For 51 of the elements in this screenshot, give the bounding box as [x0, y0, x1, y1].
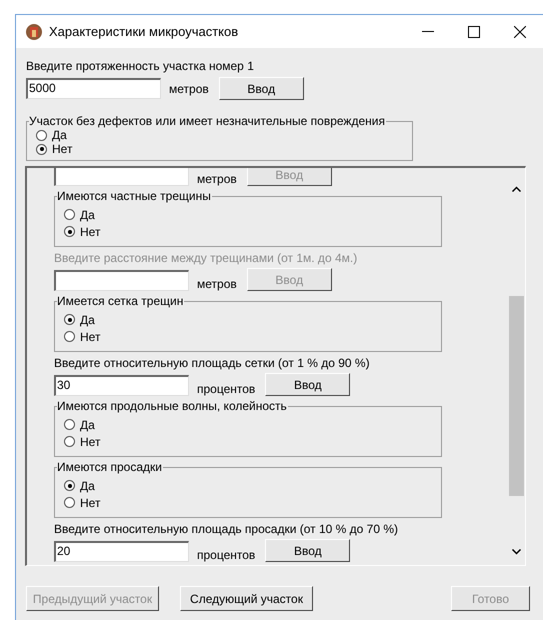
input-field[interactable]: [54, 270, 189, 291]
radio-option[interactable]: Да: [64, 206, 95, 223]
group-title: Имеются частные трещины: [57, 189, 212, 203]
group-title: Участок без дефектов или имеет незначительные повреждения: [29, 114, 386, 128]
input-field[interactable]: 30: [54, 375, 189, 396]
radio-option[interactable]: Нет: [36, 142, 72, 156]
radio-button[interactable]: [36, 144, 47, 154]
radio-button[interactable]: [64, 419, 75, 430]
radio-button[interactable]: [64, 314, 75, 325]
unit-label: метров: [197, 172, 237, 186]
unit-label: метров: [197, 277, 237, 291]
maximize-icon: [468, 26, 480, 38]
unit-label: процентов: [197, 382, 256, 396]
radio-button[interactable]: [64, 480, 75, 491]
radio-option[interactable]: Нет: [64, 328, 100, 345]
prompt-label: Введите относительную площадь сетки (от 1 % до 90 %): [54, 356, 371, 370]
input-field[interactable]: 5000: [26, 78, 161, 99]
scroll-up-icon[interactable]: [512, 186, 521, 192]
radio-option[interactable]: Да: [36, 128, 67, 142]
prompt-label: Введите расстояние между трещинами (от 1м. до 4м.): [54, 251, 358, 265]
radio-option[interactable]: Нет: [64, 223, 100, 240]
radio-button[interactable]: [64, 331, 75, 342]
input-field[interactable]: [54, 168, 189, 186]
radio-button[interactable]: [64, 436, 75, 447]
radio-option[interactable]: Да: [64, 416, 95, 433]
enter-button[interactable]: Ввод: [218, 77, 304, 100]
app-icon: [25, 22, 43, 40]
input-field[interactable]: 20: [54, 541, 189, 562]
prompt-label: Введите относительную площадь просадки (от 10 % до 70 %): [54, 522, 400, 536]
radio-option[interactable]: Нет: [64, 494, 100, 511]
scroll-thumb[interactable]: [509, 296, 524, 496]
radio-button[interactable]: [64, 226, 75, 237]
group-title: Имеются продольные волны, колейность: [57, 399, 288, 413]
unit-label: метров: [169, 82, 209, 96]
radio-button[interactable]: [36, 130, 47, 140]
group-title: Имеется сетка трещин: [57, 294, 184, 308]
enter-button[interactable]: Ввод: [265, 373, 350, 396]
radio-option[interactable]: Нет: [64, 433, 100, 450]
enter-button[interactable]: Ввод: [265, 539, 350, 562]
radio-option[interactable]: Да: [64, 477, 95, 494]
prompt-label: Введите протяженность участка номер 1: [26, 59, 255, 73]
radio-button[interactable]: [64, 209, 75, 220]
close-icon: [514, 26, 526, 38]
radio-option[interactable]: Да: [64, 311, 95, 328]
group-title: Имеются просадки: [57, 460, 163, 474]
scroll-down-icon[interactable]: [512, 549, 521, 555]
minimize-icon: [422, 31, 434, 32]
radio-button[interactable]: [64, 497, 75, 508]
unit-label: процентов: [197, 548, 256, 562]
footer-button[interactable]: Следующий участок: [180, 586, 313, 611]
window-title: Характеристики микроучастков: [49, 22, 238, 41]
